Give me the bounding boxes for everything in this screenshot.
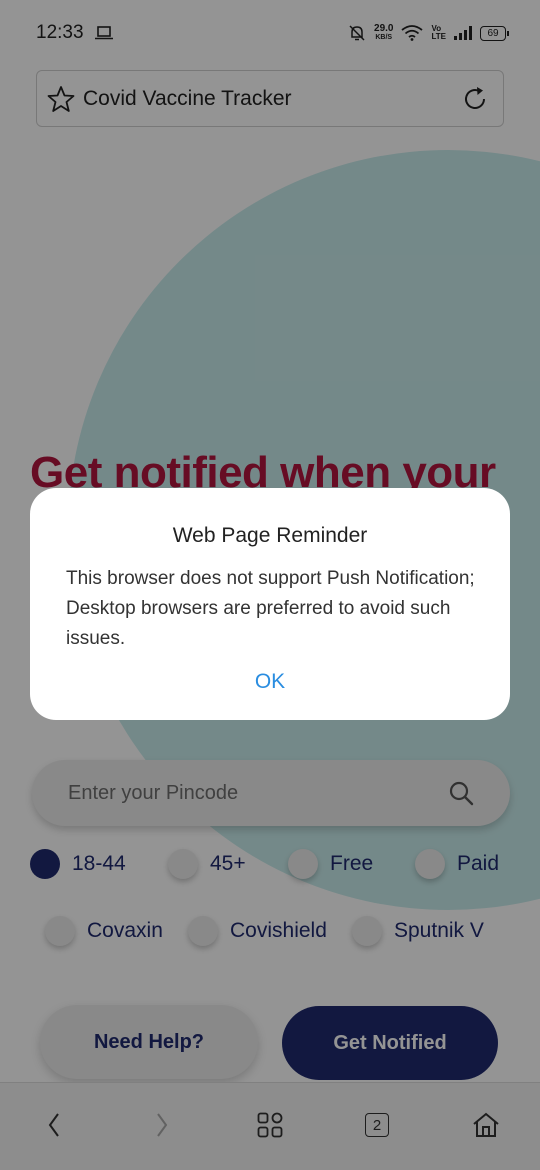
ok-button[interactable]: OK <box>230 670 310 704</box>
dialog-message: This browser does not support Push Notif… <box>66 568 475 649</box>
dialog-title: Web Page Reminder <box>172 524 368 547</box>
reminder-dialog: Web Page Reminder This browser does not … <box>30 488 510 720</box>
